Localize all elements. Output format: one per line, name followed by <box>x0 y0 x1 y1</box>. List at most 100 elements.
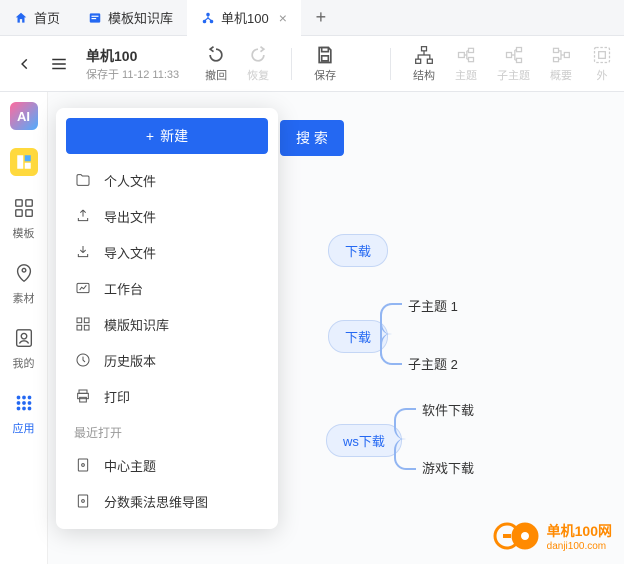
menu-personal-files[interactable]: 个人文件 <box>66 162 268 198</box>
menu-template-library[interactable]: 模版知识库 <box>66 306 268 342</box>
mindmap-leaf[interactable]: 软件下载 <box>422 400 474 419</box>
tab-label: 单机100 <box>221 8 269 27</box>
new-button[interactable]: + 新建 <box>66 118 268 154</box>
mindmap-node[interactable]: ws下载 <box>326 424 402 457</box>
menu-button[interactable] <box>42 49 76 79</box>
redo-button[interactable]: 恢复 <box>239 41 277 87</box>
menu-label: 工作台 <box>104 279 143 298</box>
layout-icon <box>10 148 38 176</box>
menu-label: 分数乘法思维导图 <box>104 492 208 511</box>
menu-label: 导入文件 <box>104 243 156 262</box>
redo-icon <box>248 45 268 65</box>
menu-print[interactable]: 打印 <box>66 378 268 414</box>
rail-ai[interactable]: AI <box>10 102 38 130</box>
outer-label: 外 <box>597 67 608 83</box>
rail-apps-label: 应用 <box>13 420 35 436</box>
save-label: 保存 <box>314 67 336 83</box>
save-icon <box>315 45 335 65</box>
history-icon <box>74 351 92 369</box>
subtheme-icon <box>504 45 524 65</box>
my-icon <box>10 324 38 352</box>
outer-icon <box>592 45 612 65</box>
rail-apps[interactable]: 应用 <box>10 389 38 436</box>
rail-templates[interactable]: 模板 <box>10 194 38 241</box>
theme-label: 主题 <box>455 67 477 83</box>
new-label: 新建 <box>160 126 188 146</box>
logo-icon <box>493 520 541 552</box>
search-button[interactable]: 搜 索 <box>280 120 344 156</box>
import-icon <box>74 243 92 261</box>
templates-icon <box>10 194 38 222</box>
add-tab-button[interactable]: + <box>307 4 335 32</box>
left-rail: AI 模板 素材 我的 <box>0 92 48 564</box>
home-icon <box>14 11 28 25</box>
doc-title: 单机100 <box>86 46 179 66</box>
summary-icon <box>551 45 571 65</box>
rail-my[interactable]: 我的 <box>10 324 38 371</box>
menu-label: 历史版本 <box>104 351 156 370</box>
redo-label: 恢复 <box>247 67 269 83</box>
theme-button[interactable]: 主题 <box>447 41 485 87</box>
mindmap-leaf[interactable]: 游戏下载 <box>422 458 474 477</box>
ai-icon: AI <box>10 102 38 130</box>
structure-button[interactable]: 结构 <box>405 41 443 87</box>
library-icon <box>88 11 102 25</box>
search-label: 搜 索 <box>296 128 328 148</box>
save-button[interactable]: 保存 <box>306 41 344 87</box>
tab-doc[interactable]: 单机100 × <box>187 0 301 36</box>
rail-my-label: 我的 <box>13 355 35 371</box>
subtheme-button[interactable]: 子主题 <box>489 41 538 87</box>
rail-assets[interactable]: 素材 <box>10 259 38 306</box>
watermark: 单机100网 danji100.com <box>493 520 612 552</box>
branch-line <box>380 333 402 365</box>
tab-bar: 首页 模板知识库 单机100 × + <box>0 0 624 36</box>
tab-label: 首页 <box>34 8 60 27</box>
back-button[interactable] <box>12 49 38 79</box>
menu-workbench[interactable]: 工作台 <box>66 270 268 306</box>
doc-icon <box>74 456 92 474</box>
watermark-title: 单机100网 <box>547 521 612 541</box>
folder-icon <box>74 171 92 189</box>
menu-import[interactable]: 导入文件 <box>66 234 268 270</box>
watermark-sub: danji100.com <box>547 541 612 552</box>
undo-icon <box>206 45 226 65</box>
assets-icon <box>10 259 38 287</box>
doc-saved-time: 保存于 11-12 11:33 <box>86 66 179 82</box>
menu-label: 导出文件 <box>104 207 156 226</box>
menu-recent-item[interactable]: 分数乘法思维导图 <box>66 483 268 519</box>
rail-templates-label: 模板 <box>13 225 35 241</box>
menu-recent-item[interactable]: 中心主题 <box>66 447 268 483</box>
rail-assets-label: 素材 <box>13 290 35 306</box>
summary-label: 概要 <box>550 67 572 83</box>
menu-history[interactable]: 历史版本 <box>66 342 268 378</box>
structure-icon <box>414 45 434 65</box>
menu-label: 中心主题 <box>104 456 156 475</box>
menu-label: 模版知识库 <box>104 315 169 334</box>
export-icon <box>74 207 92 225</box>
toolbar: 单机100 保存于 11-12 11:33 撤回 恢复 保存 结构 主题 <box>0 36 624 92</box>
undo-label: 撤回 <box>205 67 227 83</box>
branch-line <box>394 408 416 440</box>
branch-line <box>380 303 402 335</box>
structure-label: 结构 <box>413 67 435 83</box>
menu-label: 打印 <box>104 387 130 406</box>
mindmap-node[interactable]: 下载 <box>328 320 388 353</box>
tab-home[interactable]: 首页 <box>0 0 74 36</box>
divider <box>291 48 292 80</box>
mindmap-node[interactable]: 下载 <box>328 234 388 267</box>
menu-export[interactable]: 导出文件 <box>66 198 268 234</box>
workbench-icon <box>74 279 92 297</box>
summary-button[interactable]: 概要 <box>542 41 580 87</box>
theme-icon <box>456 45 476 65</box>
outer-button[interactable]: 外 <box>584 41 612 87</box>
close-icon[interactable]: × <box>279 10 287 26</box>
subtheme-label: 子主题 <box>497 67 530 83</box>
mindmap-leaf[interactable]: 子主题 1 <box>408 296 458 315</box>
mindmap-leaf[interactable]: 子主题 2 <box>408 354 458 373</box>
grid-icon <box>74 315 92 333</box>
rail-layout[interactable] <box>10 148 38 176</box>
title-block: 单机100 保存于 11-12 11:33 <box>86 46 179 82</box>
tab-library[interactable]: 模板知识库 <box>74 0 187 36</box>
doc-icon <box>74 492 92 510</box>
undo-button[interactable]: 撤回 <box>197 41 235 87</box>
